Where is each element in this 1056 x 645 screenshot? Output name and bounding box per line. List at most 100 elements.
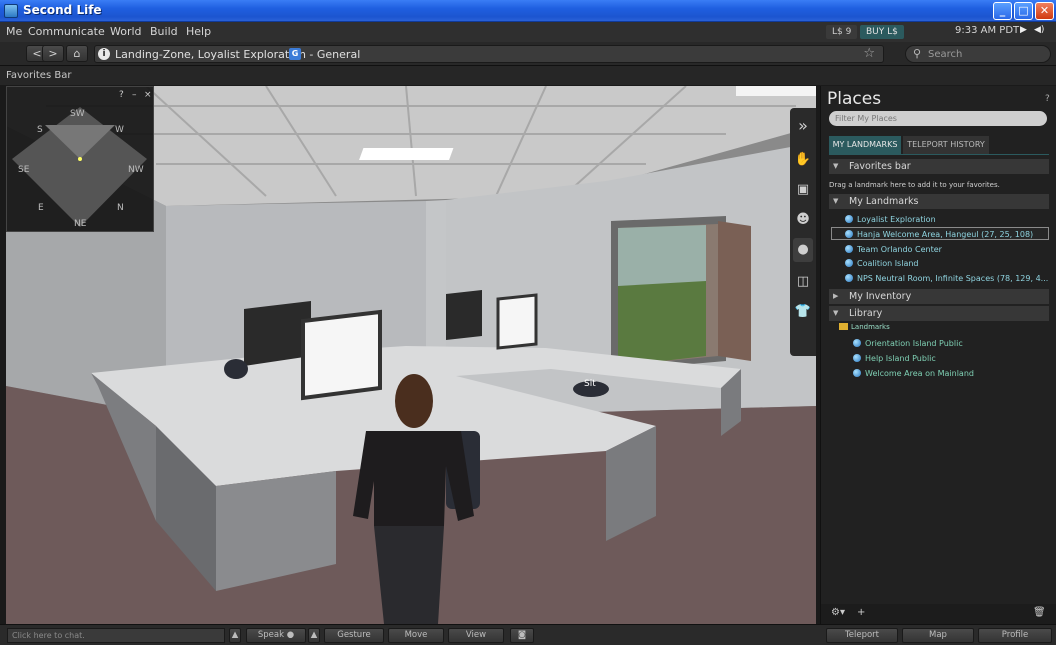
profile-tab-icon[interactable]: ▣ [793, 178, 813, 202]
landmark-pin-icon [853, 369, 861, 377]
library-landmark-item[interactable]: Help Island Public [853, 352, 936, 365]
minimap-dir-w: W [115, 125, 124, 135]
landmark-label: NPS Neutral Room, Infinite Spaces (78, 1… [857, 274, 1049, 283]
minimap-dir-ne: NE [74, 219, 87, 229]
menu-me[interactable]: Me [6, 25, 22, 38]
filter-places-input[interactable]: Filter My Places [829, 111, 1047, 126]
map-button[interactable]: Map [902, 628, 974, 643]
home-button[interactable]: ⌂ [66, 45, 88, 62]
gesture-button[interactable]: Gesture [324, 628, 384, 643]
ceiling-light [359, 148, 454, 160]
volume-icon[interactable]: ◀) [1034, 25, 1044, 35]
library-landmark-item[interactable]: Orientation Island Public [853, 337, 963, 350]
tab-my-landmarks[interactable]: MY LANDMARKS [829, 136, 901, 154]
folder-label: Landmarks [851, 323, 890, 331]
media-play-icon[interactable]: ▶ [1020, 25, 1027, 35]
minimap-self-dot [78, 157, 82, 161]
menu-help[interactable]: Help [186, 25, 211, 38]
landmark-label: Welcome Area on Mainland [865, 369, 974, 378]
landmark-pin-icon [845, 215, 853, 223]
home-tab-icon[interactable]: ✋ [793, 148, 813, 172]
landmark-item[interactable]: Team Orlando Center [845, 243, 942, 256]
location-text[interactable]: Landing-Zone, Loyalist Exploration - Gen… [115, 48, 360, 61]
places-help-icon[interactable]: ? [1045, 94, 1050, 104]
landmark-pin-icon [845, 245, 853, 253]
menu-bar: Me Communicate World Build Help L$ 9 BUY… [0, 22, 1056, 42]
favorite-star-icon[interactable]: ☆ [863, 46, 875, 61]
menu-build[interactable]: Build [150, 25, 178, 38]
places-tab-icon[interactable]: ● [793, 238, 813, 262]
teleport-button[interactable]: Teleport [826, 628, 898, 643]
favorites-bar: Favorites Bar [0, 66, 1056, 85]
forward-button[interactable]: > [42, 45, 64, 62]
info-icon[interactable]: i [98, 48, 110, 60]
my-inventory-label: My Inventory [849, 291, 912, 302]
favorites-accordion-label: Favorites bar [849, 161, 911, 172]
door-panel [718, 221, 751, 361]
landmark-pin-icon [853, 339, 861, 347]
avatar-legs [374, 526, 444, 624]
snapshot-button[interactable]: ◙ [510, 628, 534, 643]
landmark-item[interactable]: Coalition Island [845, 257, 919, 270]
chevron-down-icon: ▼ [833, 309, 839, 317]
minimap[interactable]: ? – × SW S W SE NW E N NE [6, 86, 154, 232]
menu-world[interactable]: World [110, 25, 142, 38]
my-inventory-accordion[interactable]: ▶ My Inventory [829, 289, 1049, 304]
chat-input[interactable]: Click here to chat. [7, 628, 225, 643]
trash-icon[interactable]: 🗑 [1033, 607, 1046, 618]
buy-linden-button[interactable]: BUY L$ [860, 25, 904, 39]
app-icon [4, 4, 18, 18]
speak-button[interactable]: Speak ● [246, 628, 306, 643]
maximize-button[interactable]: □ [1014, 2, 1033, 20]
landmark-item-selected[interactable]: Hanja Welcome Area, Hangeul (27, 25, 108… [831, 227, 1049, 240]
view-button[interactable]: View [448, 628, 504, 643]
landmark-pin-icon [845, 230, 853, 238]
library-landmark-item[interactable]: Welcome Area on Mainland [853, 367, 974, 380]
chat-history-button[interactable]: ▲ [229, 628, 241, 643]
profile-button[interactable]: Profile [978, 628, 1052, 643]
bottom-bar: Click here to chat. ▲ Speak ● ▲ Gesture … [0, 624, 1056, 645]
search-field[interactable]: ⚲ Search [905, 45, 1051, 63]
collapse-sidebar-icon[interactable]: » [793, 114, 813, 138]
tab-teleport-history[interactable]: TELEPORT HISTORY [903, 136, 989, 154]
people-tab-icon[interactable]: ☻ [793, 208, 813, 232]
second-life-window: Second Life _ □ ✕ Me Communicate World B… [0, 0, 1056, 645]
monitor-front-2 [496, 293, 538, 350]
linden-balance[interactable]: L$ 9 [826, 25, 858, 39]
minimap-minimize-icon[interactable]: – [132, 90, 137, 100]
minimap-close-icon[interactable]: × [144, 90, 152, 100]
places-title: Places [827, 89, 882, 109]
outside-grass [618, 281, 706, 366]
navigation-bar: < > ⌂ i Landing-Zone, Loyalist Explorati… [0, 42, 1056, 66]
inventory-tab-icon[interactable]: ◫ [793, 270, 813, 294]
speak-label: Speak [257, 630, 285, 640]
library-label: Library [849, 308, 883, 319]
ceiling-light-2 [736, 86, 816, 96]
appearance-tab-icon[interactable]: 👕 [793, 300, 813, 324]
avatar-hair [395, 374, 433, 428]
close-button[interactable]: ✕ [1035, 2, 1054, 20]
minimap-help-icon[interactable]: ? [119, 90, 124, 100]
landmark-item[interactable]: NPS Neutral Room, Infinite Spaces (78, 1… [845, 272, 1049, 285]
gear-menu-icon[interactable]: ⚙▾ [831, 607, 845, 618]
library-accordion[interactable]: ▼ Library [829, 306, 1049, 321]
monitor-front-1 [301, 309, 382, 401]
move-button[interactable]: Move [388, 628, 444, 643]
landmark-pin-icon [853, 354, 861, 362]
menu-communicate[interactable]: Communicate [28, 25, 105, 38]
minimize-button[interactable]: _ [993, 2, 1012, 20]
tab-underline [829, 154, 1049, 155]
favorites-accordion[interactable]: ▼ Favorites bar [829, 159, 1049, 174]
library-landmarks-folder[interactable]: Landmarks [839, 323, 890, 331]
my-landmarks-accordion[interactable]: ▼ My Landmarks [829, 194, 1049, 209]
minimap-dir-se: SE [18, 165, 30, 175]
clock: 9:33 AM PDT [955, 25, 1020, 36]
speak-options-button[interactable]: ▲ [308, 628, 320, 643]
minimap-dir-nw: NW [128, 165, 144, 175]
landmark-item[interactable]: Loyalist Exploration [845, 213, 936, 226]
landmark-label: Loyalist Exploration [857, 215, 936, 224]
add-icon[interactable]: + [857, 607, 865, 618]
landmark-label: Team Orlando Center [857, 245, 942, 254]
location-bar[interactable]: i Landing-Zone, Loyalist Exploration - G… [94, 45, 884, 63]
search-icon: ⚲ [913, 47, 922, 60]
